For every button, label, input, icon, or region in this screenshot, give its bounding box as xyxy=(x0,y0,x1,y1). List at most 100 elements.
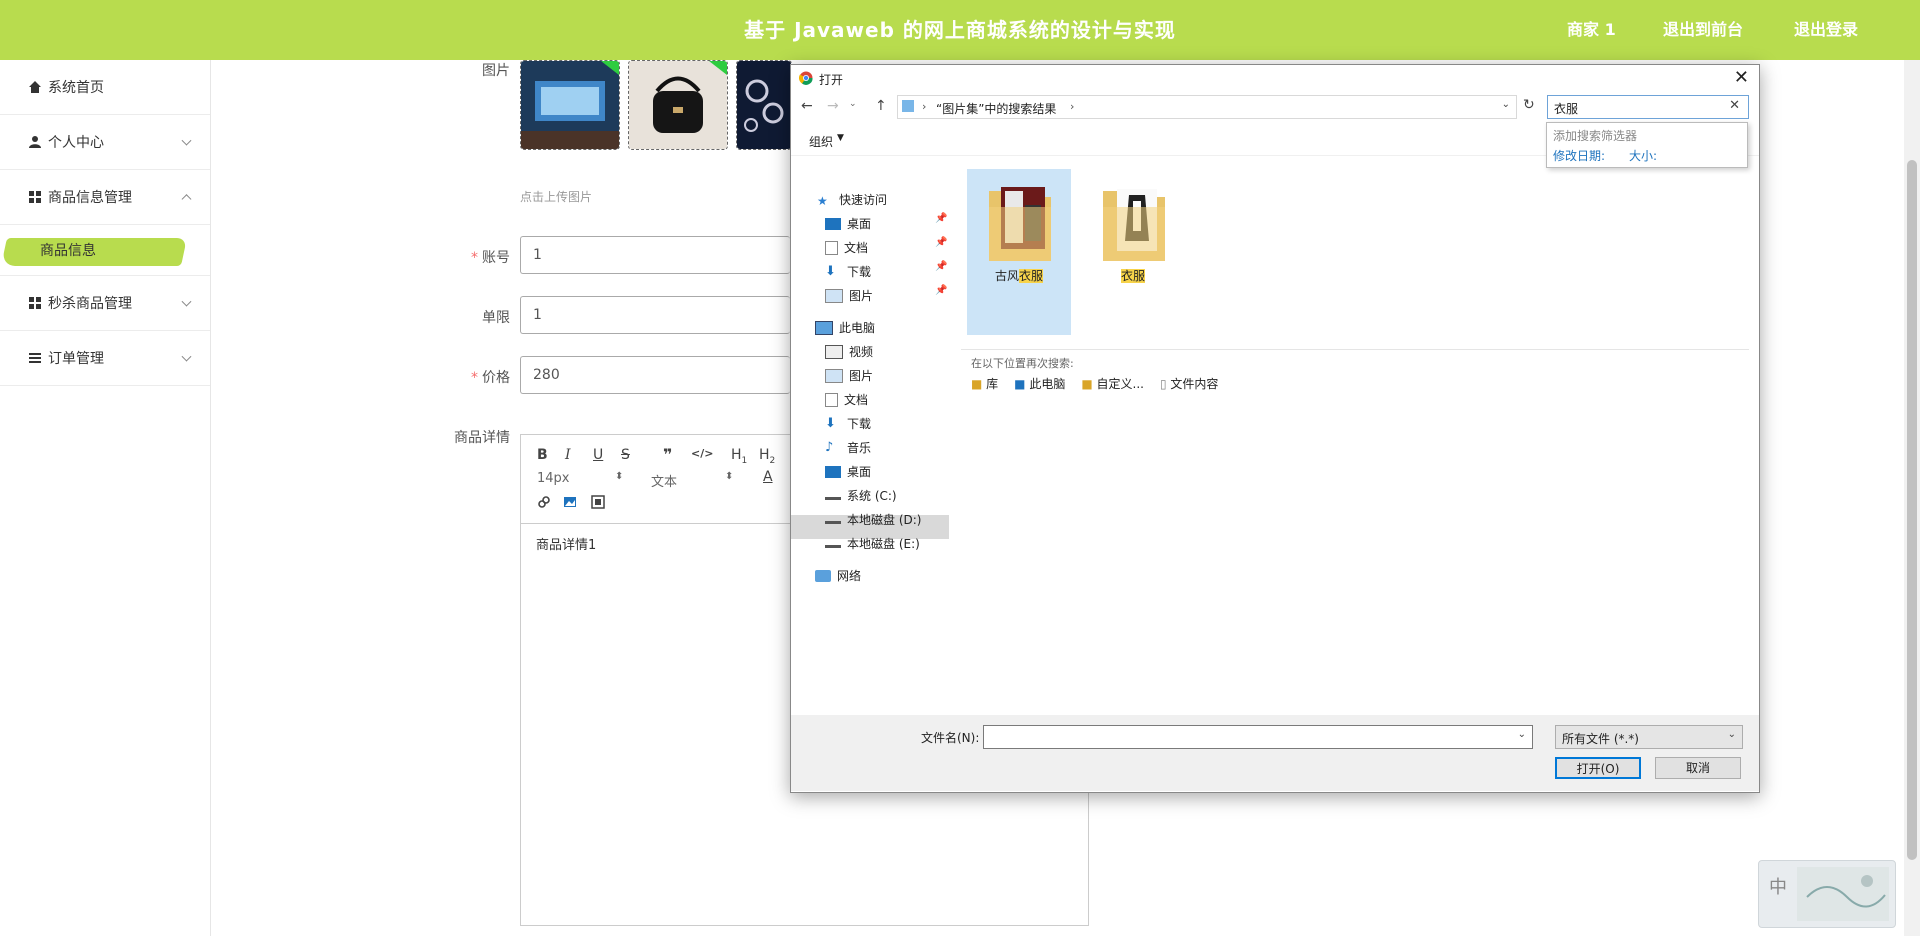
network-icon xyxy=(815,569,831,582)
sidebar-item-product-management[interactable]: 商品信息管理 xyxy=(0,170,210,225)
document-icon xyxy=(825,392,838,407)
blockquote-icon[interactable]: ❞ xyxy=(663,445,672,464)
tree-item-downloads[interactable]: ⬇ 下载 xyxy=(825,415,871,432)
tree-item-network[interactable]: 网络 xyxy=(815,567,861,584)
image-thumbnail[interactable] xyxy=(520,60,620,150)
price-input[interactable]: 280 xyxy=(520,356,790,394)
ime-widget[interactable]: 中 xyxy=(1758,860,1896,928)
tree-item-videos[interactable]: 视频 xyxy=(825,343,873,360)
sidebar-item-orders[interactable]: 订单管理 xyxy=(0,331,210,386)
tree-item-pictures-pinned[interactable]: 图片 xyxy=(825,287,873,304)
tree-item-this-pc[interactable]: 此电脑 xyxy=(815,319,875,336)
updown-icon: ⬍ xyxy=(615,471,624,482)
filter-size[interactable]: 大小: xyxy=(1629,147,1657,164)
italic-icon[interactable]: I xyxy=(565,447,571,463)
up-arrow-icon[interactable]: ↑ xyxy=(875,98,887,114)
strikethrough-icon[interactable]: S xyxy=(621,447,630,463)
font-style-select[interactable]: 文本 xyxy=(651,471,677,490)
tree-item-pictures[interactable]: 图片 xyxy=(825,367,873,384)
heading1-icon[interactable]: H1 xyxy=(731,447,747,466)
search-location-this-pc[interactable]: ■ 此电脑 xyxy=(1014,375,1065,392)
sidebar-item-home[interactable]: 系统首页 xyxy=(0,60,210,115)
image-thumbnail[interactable] xyxy=(628,60,728,150)
back-arrow-icon[interactable]: ← xyxy=(801,98,813,114)
organize-button[interactable]: 组织 xyxy=(809,133,833,150)
tree-item-documents[interactable]: 文档 xyxy=(825,391,868,408)
filename-input[interactable]: ⌄ xyxy=(983,725,1533,749)
refresh-icon[interactable]: ↻ xyxy=(1523,97,1535,113)
sidebar-item-label: 商品信息 xyxy=(40,243,96,259)
address-path[interactable]: “图片集”中的搜索结果 xyxy=(936,100,1056,117)
search-location-file-content[interactable]: ▯ 文件内容 xyxy=(1160,375,1218,392)
tree-item-downloads-pinned[interactable]: ⬇ 下载 xyxy=(825,263,871,280)
tree-label: 桌面 xyxy=(847,217,872,231)
tree-item-quick-access[interactable]: ★ 快速访问 xyxy=(817,191,887,208)
bold-icon[interactable]: B xyxy=(537,447,548,463)
ime-language[interactable]: 中 xyxy=(1769,873,1787,899)
cancel-button[interactable]: 取消 xyxy=(1655,757,1741,779)
scrollbar-thumb[interactable] xyxy=(1907,160,1917,860)
sidebar-item-label: 系统首页 xyxy=(48,80,104,96)
font-size-select[interactable]: 14px xyxy=(537,471,570,486)
sidebar-item-label: 订单管理 xyxy=(48,351,104,367)
filetype-select[interactable]: 所有文件 (*.*) ⌄ xyxy=(1555,725,1743,749)
underline-icon[interactable]: U xyxy=(593,447,603,463)
tree-item-desktop[interactable]: 桌面 xyxy=(825,463,871,480)
tree-item-drive-c[interactable]: 系统 (C:) xyxy=(825,487,897,504)
detail-label: 商品详情 xyxy=(454,430,510,446)
sidebar-item-flash-sale[interactable]: 秒杀商品管理 xyxy=(0,276,210,331)
chevron-up-icon xyxy=(181,194,192,205)
search-input[interactable]: 衣服 ✕ xyxy=(1547,95,1749,119)
video-icon[interactable] xyxy=(591,495,605,509)
home-icon xyxy=(29,81,41,93)
filename-dropdown-icon[interactable]: ⌄ xyxy=(1518,729,1526,740)
address-bar[interactable]: › “图片集”中的搜索结果 › ⌄ xyxy=(897,95,1517,119)
image-thumbnail[interactable] xyxy=(736,60,792,150)
caret-down-icon: ▼ xyxy=(837,133,844,143)
search-suggestion-dropdown: 添加搜索筛选器 修改日期: 大小: xyxy=(1546,122,1748,168)
code-icon[interactable]: </> xyxy=(691,447,713,460)
link-icon[interactable] xyxy=(537,495,551,509)
music-icon: ♪ xyxy=(825,439,834,455)
price-label: * 价格 xyxy=(471,370,510,386)
font-color-icon[interactable]: A xyxy=(763,469,773,485)
tree-item-music[interactable]: ♪ 音乐 xyxy=(825,439,871,456)
filter-modified-date[interactable]: 修改日期: xyxy=(1553,147,1605,164)
open-button[interactable]: 打开(O) xyxy=(1555,757,1641,779)
search-location-library[interactable]: ■ 库 xyxy=(971,375,998,392)
sidebar: 系统首页 个人中心 商品信息管理 商品信息 秒杀商品管理 订单管理 xyxy=(0,60,211,936)
search-location-custom[interactable]: ■ 自定义... xyxy=(1081,375,1144,392)
close-icon[interactable]: ✕ xyxy=(1734,67,1749,88)
merchant-link[interactable]: 商家 1 xyxy=(1567,0,1616,60)
tree-label: 视频 xyxy=(849,345,874,359)
address-dropdown-icon[interactable]: ⌄ xyxy=(1502,99,1510,110)
filename-label: 文件名(N): xyxy=(921,731,980,745)
page-scrollbar[interactable] xyxy=(1904,60,1920,936)
exit-to-frontend-link[interactable]: 退出到前台 xyxy=(1663,0,1743,60)
logout-link[interactable]: 退出登录 xyxy=(1794,0,1858,60)
account-input[interactable]: 1 xyxy=(520,236,790,274)
tree-item-documents-pinned[interactable]: 文档 xyxy=(825,239,868,256)
tree-label: 图片 xyxy=(849,369,874,383)
folder-item[interactable]: 古风衣服 xyxy=(967,169,1071,335)
tree-item-drive-d[interactable]: 本地磁盘 (D:) xyxy=(825,511,921,528)
tree-item-drive-e[interactable]: 本地磁盘 (E:) xyxy=(825,535,920,552)
folder-name-prefix: 古风 xyxy=(994,269,1019,283)
limit-input[interactable]: 1 xyxy=(520,296,790,334)
image-icon[interactable] xyxy=(563,495,577,509)
sidebar-item-product-info[interactable]: 商品信息 xyxy=(0,225,210,276)
folder-item[interactable]: 衣服 xyxy=(1081,169,1185,335)
divider xyxy=(961,349,1749,350)
dialog-title: 打开 xyxy=(819,73,844,87)
tree-label: 快速访问 xyxy=(839,193,888,207)
sidebar-item-profile[interactable]: 个人中心 xyxy=(0,115,210,170)
search-text: 衣服 xyxy=(1554,102,1579,116)
tree-label: 文档 xyxy=(844,241,869,255)
clear-search-icon[interactable]: ✕ xyxy=(1729,98,1740,113)
upload-hint[interactable]: 点击上传图片 xyxy=(520,188,592,205)
dialog-bottom-bar: 文件名(N): ⌄ 所有文件 (*.*) ⌄ 打开(O) 取消 xyxy=(791,715,1759,791)
forward-arrow-icon[interactable]: → xyxy=(827,98,839,114)
heading2-icon[interactable]: H2 xyxy=(759,447,775,466)
tree-item-desktop-pinned[interactable]: 桌面 xyxy=(825,215,871,232)
recent-dropdown-icon[interactable]: ⌄ xyxy=(849,99,857,109)
